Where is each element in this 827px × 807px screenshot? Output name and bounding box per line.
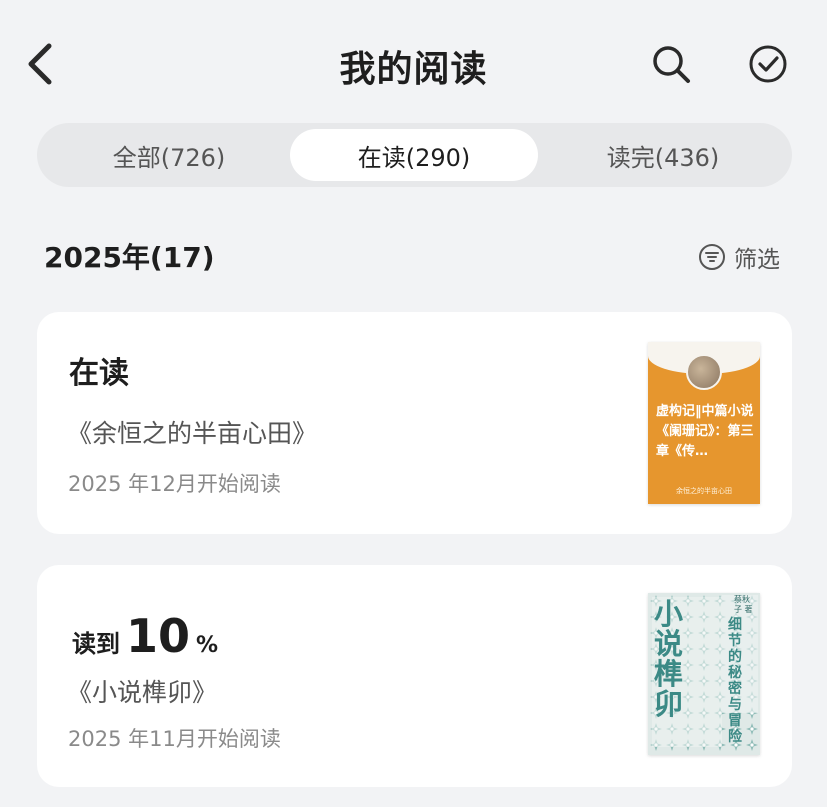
book-cover: 虚构记‖中篇小说《阑珊记》：第三章《传… 余恒之的半亩心田 [648, 342, 760, 504]
book-title: 《余恒之的半亩心田》 [67, 419, 318, 448]
progress-prefix: 读到 [72, 630, 120, 658]
progress-value: 10 [126, 609, 191, 663]
progress-unit: % [196, 633, 219, 658]
filter-icon [699, 244, 725, 270]
cover-author: 余恒之的半亩心田 [676, 487, 732, 495]
start-date: 2025 年11月开始阅读 [68, 727, 281, 751]
page-title: 我的阅读 [339, 49, 488, 90]
check-circle-icon [749, 45, 787, 83]
book-cover: 小说榫卯 细节的秘密与冒险 蔡秋子 著 [648, 593, 760, 755]
filter-button[interactable]: 筛选 [698, 240, 780, 274]
book-card[interactable]: 读到 10 % 《小说榫卯》 2025 年11月开始阅读 小说榫卯 细节的秘密与… [37, 565, 792, 787]
reading-progress: 读到 10 % [72, 609, 218, 663]
search-icon [653, 46, 690, 83]
top-bar: 我的阅读 [0, 0, 827, 128]
reading-status-tabs: 全部(726) 在读(290) 读完(436) [37, 123, 792, 187]
book-card[interactable]: 在读 《余恒之的半亩心田》 2025 年12月开始阅读 虚构记‖中篇小说《阑珊记… [37, 312, 792, 534]
reading-status: 在读 [69, 356, 129, 391]
cover-title: 小说榫卯 [654, 597, 684, 721]
author-avatar [686, 354, 722, 390]
tab-reading[interactable]: 在读(290) [290, 129, 538, 181]
tab-finished[interactable]: 读完(436) [563, 129, 763, 181]
search-button[interactable] [646, 40, 696, 88]
cover-author: 蔡秋子 著 [734, 595, 753, 614]
tab-all[interactable]: 全部(726) [69, 129, 269, 181]
cover-text: 虚构记‖中篇小说《阑珊记》：第三章《传… [656, 404, 754, 459]
select-mode-button[interactable] [743, 40, 793, 88]
book-title: 《小说榫卯》 [67, 678, 218, 707]
year-section-heading: 2025年(17) [44, 241, 215, 274]
filter-label: 筛选 [734, 247, 780, 273]
cover-subtitle: 细节的秘密与冒险 [728, 617, 742, 745]
start-date: 2025 年12月开始阅读 [68, 472, 281, 496]
